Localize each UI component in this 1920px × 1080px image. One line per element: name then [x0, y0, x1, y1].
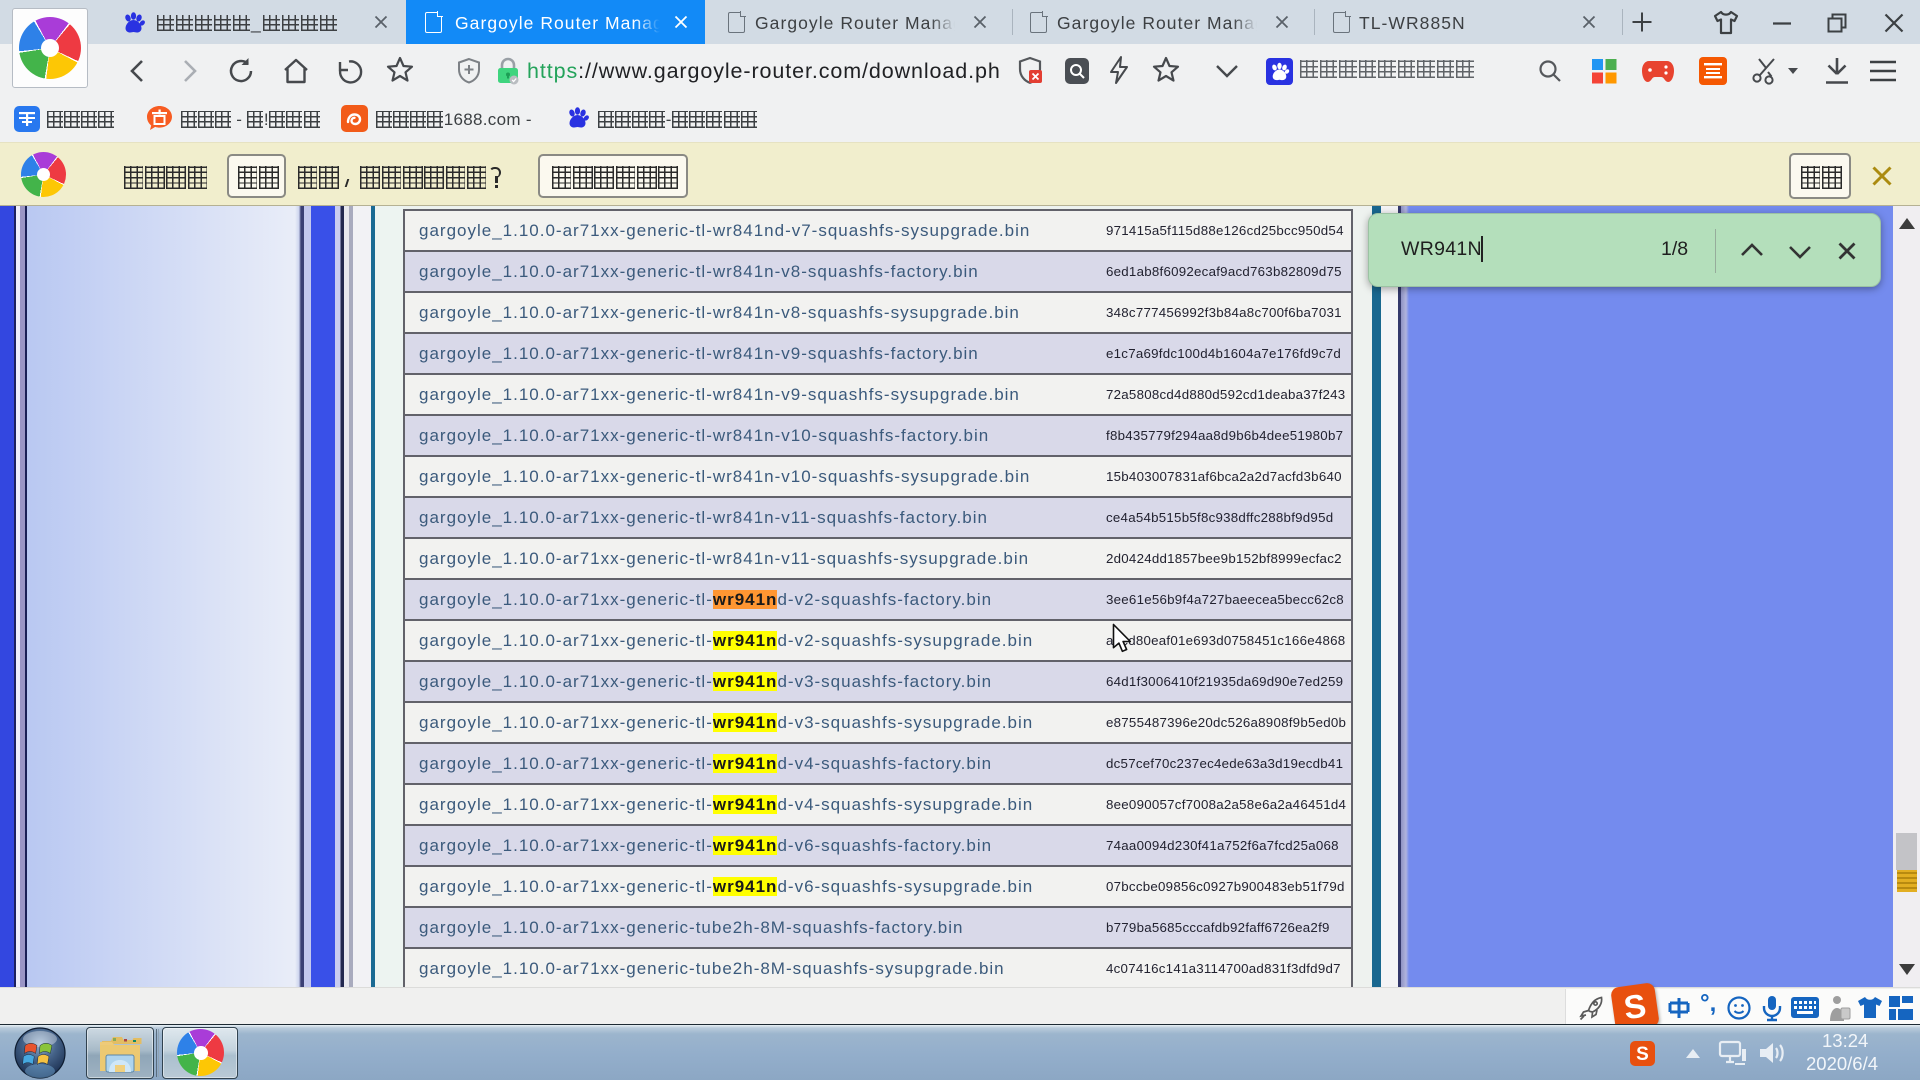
svg-text:S: S [1636, 1044, 1649, 1065]
